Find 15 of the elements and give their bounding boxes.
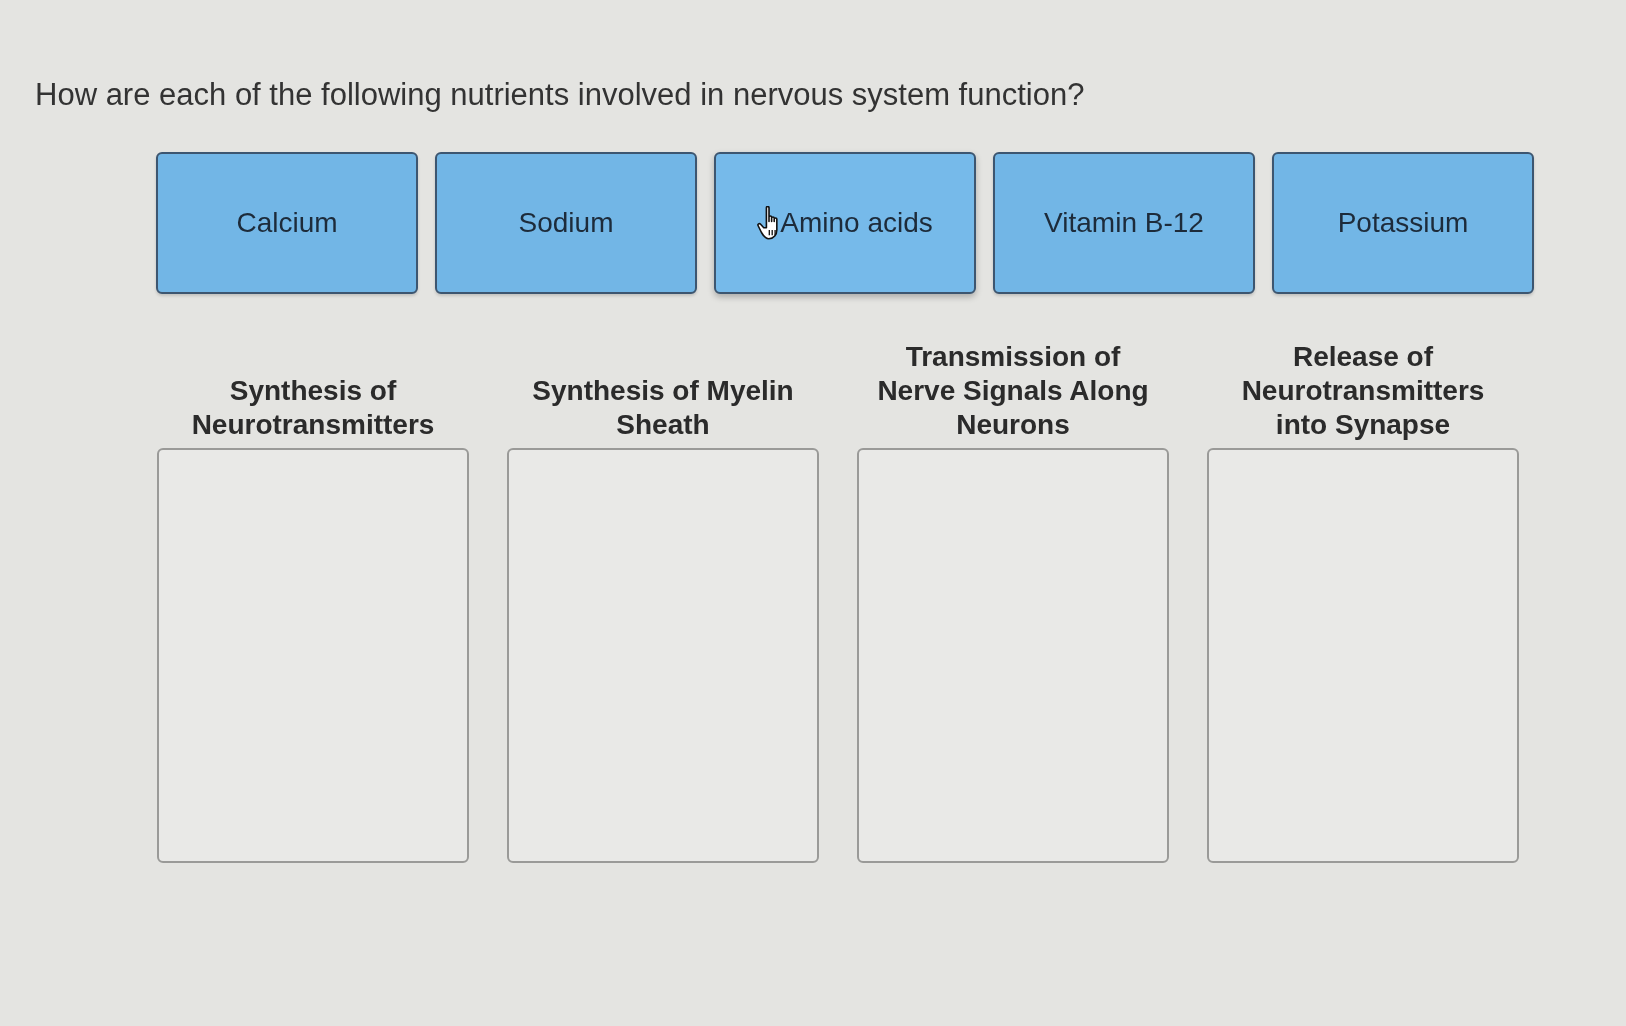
drop-zone[interactable] [507, 448, 819, 863]
question-text: How are each of the following nutrients involved in nervous system function? [35, 76, 1085, 114]
drop-zone[interactable] [157, 448, 469, 863]
hand-cursor-icon [757, 206, 780, 240]
answer-tile[interactable]: Sodium [435, 152, 697, 294]
category-heading: Transmission of Nerve Signals Along Neurons [876, 340, 1150, 442]
drop-zone[interactable] [857, 448, 1169, 863]
category-heading: Release of Neurotransmitters into Synapse [1240, 340, 1486, 442]
drop-zone[interactable] [1207, 448, 1519, 863]
answer-tile[interactable]: Potassium [1272, 152, 1534, 294]
category-heading: Synthesis of Neurotransmitters [190, 374, 436, 442]
category-heading: Synthesis of Myelin Sheath [531, 374, 795, 442]
answer-tile[interactable]: Vitamin B-12 [993, 152, 1255, 294]
answer-tile[interactable]: Amino acids [714, 152, 976, 294]
answer-tile[interactable]: Calcium [156, 152, 418, 294]
